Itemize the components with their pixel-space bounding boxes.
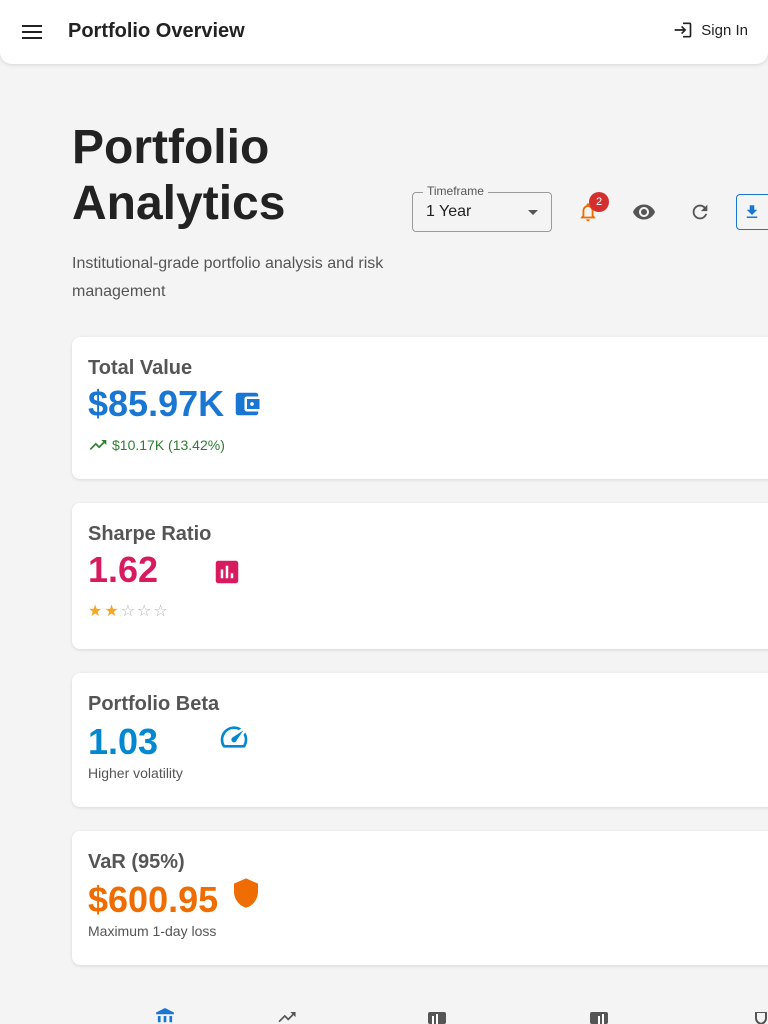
- chevron-down-icon: [528, 210, 538, 215]
- eye-icon: [633, 204, 655, 220]
- trending-icon[interactable]: [276, 1012, 298, 1024]
- download-icon: [746, 205, 758, 218]
- card-title: Sharpe Ratio: [88, 523, 212, 545]
- speed-icon: [220, 726, 248, 748]
- star-empty-icon: ☆: [137, 603, 152, 620]
- refresh-icon: [692, 204, 708, 220]
- bank-icon[interactable]: [154, 1008, 176, 1024]
- security-icon[interactable]: [754, 1012, 768, 1024]
- sign-in-label: Sign In: [701, 21, 748, 39]
- page-subtitle: Institutional-grade portfolio analysis a…: [72, 255, 384, 300]
- trending-up-icon: [89, 440, 107, 450]
- menu-button[interactable]: [14, 14, 50, 50]
- total-value-amount: $85.97K: [88, 383, 225, 424]
- timeframe-value: 1 Year: [426, 203, 472, 220]
- notification-badge: 2: [589, 192, 609, 212]
- bottom-navigation: [0, 1008, 768, 1024]
- var-value: $600.95: [88, 879, 219, 920]
- var-card: VaR (95%) $600.95 Maximum 1-day loss: [72, 831, 768, 965]
- menu-icon: [22, 25, 42, 39]
- sharpe-rating: ★ ★ ☆ ☆ ☆: [88, 601, 168, 621]
- sharpe-value: 1.62: [88, 549, 159, 590]
- beta-note: Higher volatility: [88, 765, 183, 781]
- visibility-button[interactable]: [624, 192, 664, 232]
- notifications-button[interactable]: 2: [568, 192, 609, 232]
- download-button[interactable]: [736, 194, 768, 230]
- analytics-icon[interactable]: [590, 1012, 608, 1024]
- total-value-change: $10.17K (13.42%): [88, 435, 225, 455]
- star-empty-icon: ☆: [153, 603, 168, 620]
- bar-chart-icon: [215, 560, 239, 584]
- shield-icon: [234, 878, 258, 908]
- timeframe-label: Timeframe: [423, 184, 488, 198]
- card-title: Total Value: [88, 357, 193, 379]
- star-filled-icon: ★: [88, 603, 103, 620]
- login-icon: [674, 22, 692, 38]
- change-text: $10.17K (13.42%): [112, 437, 225, 453]
- chart-icon[interactable]: [428, 1012, 446, 1024]
- beta-value: 1.03: [88, 721, 159, 762]
- page-title: Portfolio Analytics: [72, 121, 286, 230]
- star-filled-icon: ★: [104, 603, 119, 620]
- total-value-card: Total Value $85.97K $10.17K (13.42%): [72, 337, 768, 479]
- sharpe-ratio-card: Sharpe Ratio 1.62 ★ ★ ☆ ☆ ☆: [72, 503, 768, 649]
- card-title: VaR (95%): [88, 851, 185, 873]
- app-title: Portfolio Overview: [68, 20, 245, 42]
- card-title: Portfolio Beta: [88, 693, 220, 715]
- var-note: Maximum 1-day loss: [88, 923, 217, 939]
- timeframe-select[interactable]: Timeframe 1 Year: [412, 184, 552, 232]
- portfolio-beta-card: Portfolio Beta 1.03 Higher volatility: [72, 673, 768, 807]
- app-bar: Portfolio Overview Sign In: [0, 0, 768, 64]
- star-empty-icon: ☆: [120, 603, 136, 620]
- sign-in-button[interactable]: Sign In: [673, 20, 748, 40]
- refresh-button[interactable]: [680, 192, 720, 232]
- wallet-icon: [235, 392, 260, 416]
